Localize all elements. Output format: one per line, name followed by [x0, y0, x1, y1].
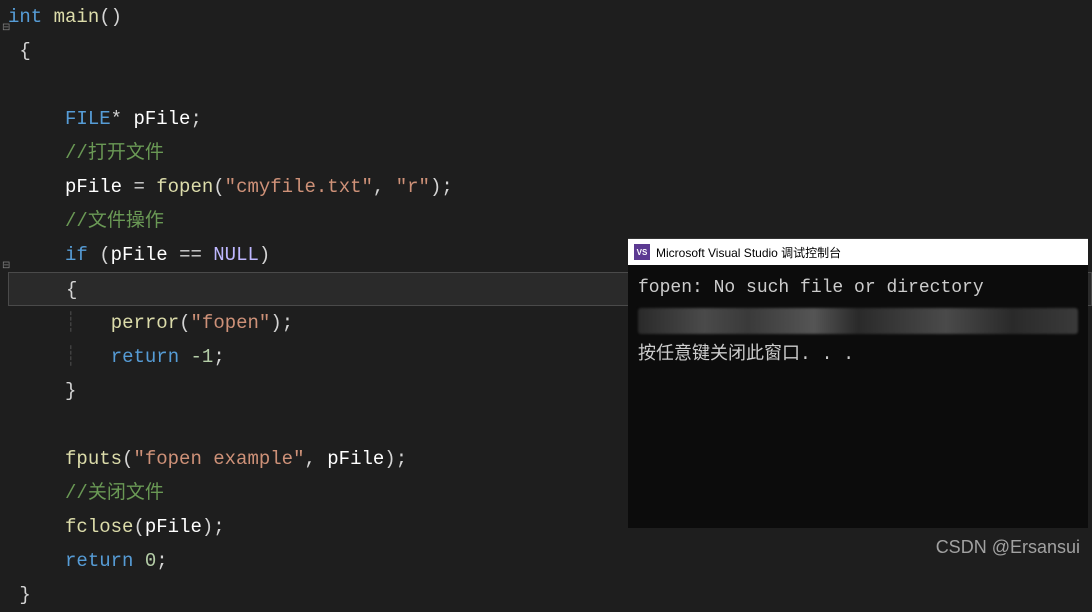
- string-example: "fopen example": [133, 448, 304, 470]
- var-pfile: pFile: [111, 244, 168, 266]
- semicolon: ;: [441, 176, 452, 198]
- semicolon: ;: [156, 550, 167, 572]
- var-pfile: pFile: [133, 108, 190, 130]
- code-line-7[interactable]: //文件操作: [8, 204, 1092, 238]
- brace-open: {: [66, 279, 77, 301]
- string-filename: "cmyfile.txt": [225, 176, 373, 198]
- paren: ): [384, 448, 395, 470]
- semicolon: ;: [190, 108, 201, 130]
- indent-guide: ┊: [65, 346, 76, 368]
- comma: ,: [373, 176, 384, 198]
- number: -1: [191, 346, 214, 368]
- semicolon: ;: [213, 516, 224, 538]
- const-null: NULL: [213, 244, 259, 266]
- paren: (: [99, 244, 110, 266]
- paren: (: [213, 176, 224, 198]
- code-line-17[interactable]: return 0;: [8, 544, 1092, 578]
- fold-icon[interactable]: ⊟: [2, 250, 12, 260]
- brace-close: }: [65, 380, 76, 402]
- op-eqeq: ==: [179, 244, 202, 266]
- var-pfile: pFile: [65, 176, 122, 198]
- string-fopen: "fopen": [191, 312, 271, 334]
- keyword-if: if: [65, 244, 88, 266]
- paren: ): [202, 516, 213, 538]
- comment: //文件操作: [65, 210, 164, 232]
- paren: ): [270, 312, 281, 334]
- vs-icon: VS: [634, 244, 650, 260]
- func-fopen: fopen: [156, 176, 213, 198]
- code-line-6[interactable]: pFile = fopen("cmyfile.txt", "r");: [8, 170, 1092, 204]
- paren: ): [430, 176, 441, 198]
- console-titlebar[interactable]: VS Microsoft Visual Studio 调试控制台: [628, 239, 1088, 265]
- fold-icon[interactable]: ⊟: [2, 12, 12, 22]
- number: 0: [145, 550, 156, 572]
- comment: //关闭文件: [65, 482, 164, 504]
- semicolon: ;: [396, 448, 407, 470]
- code-line-1[interactable]: ⊟int main(): [8, 0, 1092, 34]
- var-pfile: pFile: [327, 448, 384, 470]
- debug-console-window[interactable]: VS Microsoft Visual Studio 调试控制台 fopen: …: [628, 238, 1088, 528]
- parens: (): [99, 6, 122, 28]
- keyword-return: return: [65, 550, 133, 572]
- semicolon: ;: [213, 346, 224, 368]
- code-line-4[interactable]: FILE* pFile;: [8, 102, 1092, 136]
- semicolon: ;: [282, 312, 293, 334]
- var-pfile: pFile: [145, 516, 202, 538]
- watermark: CSDN @Ersansui: [936, 537, 1080, 558]
- func-perror: perror: [111, 312, 179, 334]
- paren: (: [122, 448, 133, 470]
- code-line-5[interactable]: //打开文件: [8, 136, 1092, 170]
- console-prompt-line: 按任意键关闭此窗口. . .: [638, 340, 1078, 371]
- paren: ): [259, 244, 270, 266]
- comma: ,: [304, 448, 315, 470]
- censored-content: [638, 308, 1078, 334]
- code-line-2[interactable]: {: [8, 34, 1092, 68]
- code-line-18[interactable]: }: [8, 578, 1092, 612]
- console-title: Microsoft Visual Studio 调试控制台: [656, 244, 841, 261]
- comment: //打开文件: [65, 142, 164, 164]
- paren: (: [179, 312, 190, 334]
- brace-open: {: [19, 40, 30, 62]
- console-output-line: fopen: No such file or directory: [638, 273, 1078, 304]
- console-body[interactable]: fopen: No such file or directory 按任意键关闭此…: [628, 265, 1088, 378]
- code-line-3[interactable]: [8, 68, 1092, 102]
- keyword-int: int: [8, 6, 42, 28]
- indent-guide: ┊: [65, 312, 76, 334]
- func-main: main: [54, 6, 100, 28]
- type-file: FILE: [65, 108, 111, 130]
- brace-close: }: [19, 584, 30, 606]
- func-fputs: fputs: [65, 448, 122, 470]
- keyword-return: return: [111, 346, 179, 368]
- op-eq: =: [133, 176, 144, 198]
- func-fclose: fclose: [65, 516, 133, 538]
- op-star: *: [111, 108, 122, 130]
- string-mode: "r": [396, 176, 430, 198]
- paren: (: [133, 516, 144, 538]
